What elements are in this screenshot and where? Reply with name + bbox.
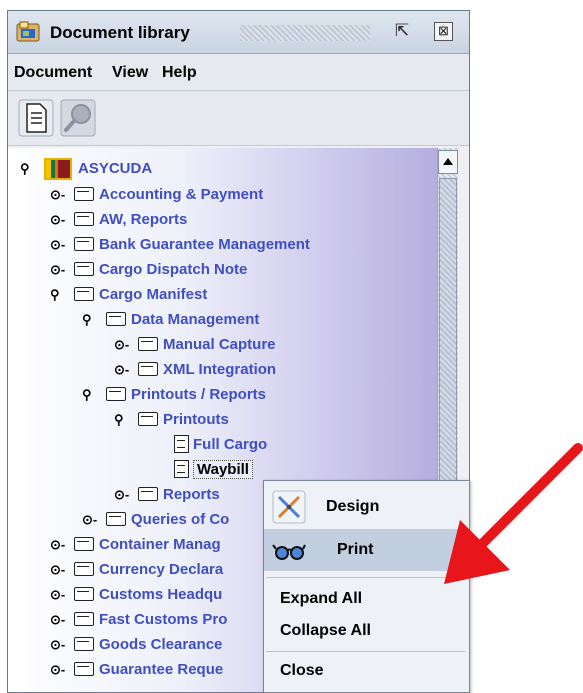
folder-icon bbox=[74, 637, 94, 652]
tree-node[interactable]: ⊙- Reports bbox=[114, 484, 220, 506]
search-icon[interactable] bbox=[60, 99, 96, 137]
folder-icon bbox=[106, 312, 126, 327]
folder-icon bbox=[74, 537, 94, 552]
window-title: Document library bbox=[50, 23, 190, 42]
collapsed-toggle-icon[interactable]: ⊙- bbox=[82, 509, 106, 531]
restore-icon[interactable]: ⇱ bbox=[392, 21, 412, 41]
design-tools-icon bbox=[272, 490, 306, 524]
tree-leaf-selected[interactable]: Waybill bbox=[174, 459, 253, 481]
collapsed-toggle-icon[interactable]: ⊙- bbox=[50, 634, 74, 656]
scroll-up-icon[interactable] bbox=[438, 150, 458, 174]
tree-leaf[interactable]: Full Cargo bbox=[174, 434, 267, 456]
folder-icon bbox=[138, 412, 158, 427]
folder-icon bbox=[74, 662, 94, 677]
folder-icon bbox=[106, 512, 126, 527]
collapsed-toggle-icon[interactable]: ⊙- bbox=[50, 234, 74, 256]
collapsed-toggle-icon[interactable]: ⊙- bbox=[114, 359, 138, 381]
library-icon bbox=[16, 21, 40, 42]
close-menu-item[interactable]: Close bbox=[264, 657, 469, 685]
tree-node[interactable]: ⊙- XML Integration bbox=[114, 359, 276, 381]
collapsed-toggle-icon[interactable]: ⊙- bbox=[50, 659, 74, 681]
collapsed-toggle-icon[interactable]: ⊙- bbox=[50, 559, 74, 581]
tree-node[interactable]: ⊙- Fast Customs Pro bbox=[50, 609, 227, 631]
folder-icon bbox=[74, 262, 94, 277]
menu-separator bbox=[266, 577, 465, 578]
menu-separator bbox=[266, 651, 465, 652]
tree-node[interactable]: ⚲ Printouts bbox=[114, 409, 229, 431]
folder-icon bbox=[74, 187, 94, 202]
title-grip bbox=[240, 25, 370, 41]
collapsed-toggle-icon[interactable]: ⊙- bbox=[50, 259, 74, 281]
collapse-all-menu-item[interactable]: Collapse All bbox=[264, 617, 469, 645]
close-icon[interactable]: ⊠ bbox=[434, 22, 453, 41]
tree-node-asycuda[interactable]: ⚲ ASYCUDA bbox=[20, 158, 152, 180]
collapsed-toggle-icon[interactable]: ⊙- bbox=[50, 534, 74, 556]
menu-document[interactable]: Document bbox=[14, 64, 92, 82]
folder-icon bbox=[74, 212, 94, 227]
tree-node[interactable]: ⚲ Data Management bbox=[82, 309, 259, 331]
tree-node[interactable]: ⊙- Queries of Co bbox=[82, 509, 229, 531]
collapsed-toggle-icon[interactable]: ⊙- bbox=[114, 484, 138, 506]
tree-node[interactable]: ⊙- Goods Clearance bbox=[50, 634, 222, 656]
menu-bar: Document View Help bbox=[8, 54, 469, 91]
expanded-toggle-icon[interactable]: ⚲ bbox=[114, 409, 138, 431]
flag-icon bbox=[44, 158, 72, 180]
expanded-toggle-icon[interactable]: ⚲ bbox=[20, 158, 44, 180]
expanded-toggle-icon[interactable]: ⚲ bbox=[82, 384, 106, 406]
tree-node[interactable]: ⊙- Customs Headqu bbox=[50, 584, 222, 606]
document-icon bbox=[174, 435, 189, 454]
tree-node[interactable]: ⊙- AW, Reports bbox=[50, 209, 187, 231]
folder-icon bbox=[138, 362, 158, 377]
collapsed-toggle-icon[interactable]: ⊙- bbox=[50, 184, 74, 206]
collapsed-toggle-icon[interactable]: ⊙- bbox=[114, 334, 138, 356]
tree-node[interactable]: ⊙- Cargo Dispatch Note bbox=[50, 259, 247, 281]
document-icon bbox=[174, 460, 189, 479]
menu-view[interactable]: View bbox=[112, 64, 148, 82]
menu-help[interactable]: Help bbox=[162, 64, 197, 82]
tree-node[interactable]: ⊙- Bank Guarantee Management bbox=[50, 234, 310, 256]
new-document-icon[interactable] bbox=[18, 99, 54, 137]
title-bar[interactable]: Document library ⇱ ⊠ bbox=[8, 11, 469, 54]
toolbar bbox=[8, 91, 469, 146]
folder-icon bbox=[74, 587, 94, 602]
collapsed-toggle-icon[interactable]: ⊙- bbox=[50, 209, 74, 231]
annotation-arrow-icon bbox=[444, 443, 583, 584]
expanded-toggle-icon[interactable]: ⚲ bbox=[50, 284, 74, 306]
tree-node[interactable]: ⊙- Container Manag bbox=[50, 534, 221, 556]
folder-icon bbox=[74, 612, 94, 627]
folder-icon bbox=[74, 287, 94, 302]
tree-node[interactable]: ⊙- Accounting & Payment bbox=[50, 184, 263, 206]
folder-icon bbox=[74, 237, 94, 252]
glasses-icon bbox=[272, 544, 306, 560]
collapsed-toggle-icon[interactable]: ⊙- bbox=[50, 584, 74, 606]
collapsed-toggle-icon[interactable]: ⊙- bbox=[50, 609, 74, 631]
folder-icon bbox=[138, 487, 158, 502]
expanded-toggle-icon[interactable]: ⚲ bbox=[82, 309, 106, 331]
tree-node[interactable]: ⚲ Cargo Manifest bbox=[50, 284, 207, 306]
tree-node[interactable]: ⊙- Currency Declara bbox=[50, 559, 223, 581]
folder-icon bbox=[106, 387, 126, 402]
folder-icon bbox=[74, 562, 94, 577]
tree-node[interactable]: ⊙- Guarantee Reque bbox=[50, 659, 223, 681]
tree-node[interactable]: ⊙- Manual Capture bbox=[114, 334, 276, 356]
tree-node[interactable]: ⚲ Printouts / Reports bbox=[82, 384, 266, 406]
folder-icon bbox=[138, 337, 158, 352]
